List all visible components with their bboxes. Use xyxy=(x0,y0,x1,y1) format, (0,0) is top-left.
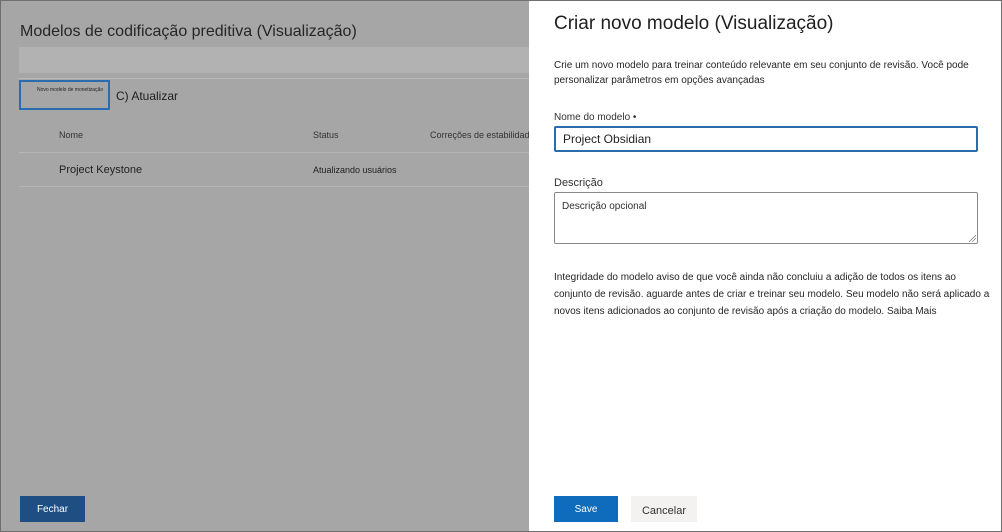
refresh-button[interactable]: C) Atualizar xyxy=(116,89,178,103)
model-integrity-warning: Integridade do modelo aviso de que você … xyxy=(554,269,994,320)
close-button[interactable]: Fechar xyxy=(20,496,85,522)
column-header-name[interactable]: Nome xyxy=(59,130,83,140)
row-status: Atualizando usuários xyxy=(313,165,397,175)
column-header-status[interactable]: Status xyxy=(313,130,339,140)
divider xyxy=(19,152,529,153)
divider xyxy=(19,78,529,79)
save-button[interactable]: Save xyxy=(554,496,618,522)
row-name: Project Keystone xyxy=(59,164,143,176)
panel-description: Crie um novo modelo para treinar conteúd… xyxy=(554,60,969,86)
background-page: Modelos de codificação preditiva (Visual… xyxy=(1,1,535,531)
toolbar-area xyxy=(19,47,529,73)
window: Modelos de codificação preditiva (Visual… xyxy=(0,0,1002,532)
model-name-input[interactable] xyxy=(554,126,978,152)
model-name-label: Nome do modelo • xyxy=(554,112,637,123)
cancel-button[interactable]: Cancelar xyxy=(631,496,697,522)
new-model-button[interactable]: Novo modelo de monetização xyxy=(19,80,110,110)
resize-grip-icon[interactable] xyxy=(969,235,976,242)
create-model-panel: Criar novo modelo (Visualização) Crie um… xyxy=(529,1,1001,531)
column-header-stability[interactable]: Correções de estabilidade xyxy=(430,130,535,140)
divider xyxy=(19,186,529,187)
panel-title: Criar novo modelo (Visualização) xyxy=(554,13,834,34)
description-input[interactable] xyxy=(554,192,978,244)
description-label: Descrição xyxy=(554,177,603,189)
page-title: Modelos de codificação preditiva (Visual… xyxy=(20,23,357,40)
learn-more-link[interactable]: Saiba Mais xyxy=(887,306,936,317)
